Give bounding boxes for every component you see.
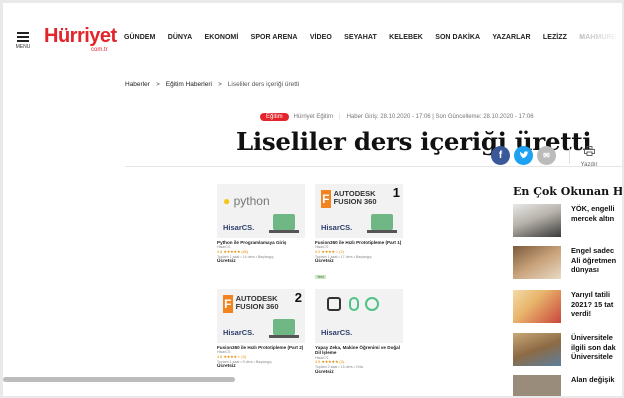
category-tag[interactable]: Eğitim bbox=[260, 113, 289, 121]
trending-thumbnail bbox=[513, 375, 561, 396]
course-price: Ücretsiz bbox=[315, 259, 334, 265]
printer-icon bbox=[583, 146, 595, 156]
laptop-base bbox=[367, 230, 397, 233]
course-thumbnail: HisarCS. bbox=[315, 289, 403, 343]
part-number: 1 bbox=[392, 185, 400, 200]
course-card[interactable]: F AUTODESK FUSION 360 1 HisarCS. Fusion36… bbox=[315, 184, 403, 284]
breadcrumb-current: Liseliler ders içeriği üretti bbox=[227, 81, 300, 88]
chip-icon bbox=[327, 297, 341, 311]
hisar-brand: HisarCS. bbox=[223, 223, 255, 232]
brand-text: python bbox=[233, 194, 270, 208]
ring-icon bbox=[365, 297, 379, 311]
nav-item-gündem[interactable]: GÜNDEM bbox=[124, 34, 155, 46]
brain-icon bbox=[349, 297, 359, 311]
trending-headline: Yarıyıl tatili 2021? 15 tat verdi! bbox=[571, 290, 614, 318]
laptop-icon bbox=[371, 214, 393, 230]
nav-item-spor-arena[interactable]: SPOR ARENA bbox=[251, 34, 298, 46]
trending-headline: Alan değişik bbox=[571, 375, 615, 384]
breadcrumb: Haberler > Eğitim Haberleri > Liseliler … bbox=[125, 81, 299, 88]
trending-item[interactable]: Alan değişik bbox=[513, 375, 622, 396]
share-bar: f ✉ Yazdır bbox=[491, 143, 598, 168]
nav-item-seyahat[interactable]: SEYAHAT bbox=[344, 34, 377, 46]
trending-item[interactable]: Yarıyıl tatili 2021? 15 tat verdi! bbox=[513, 290, 622, 326]
twitter-icon bbox=[519, 151, 529, 159]
course-thumbnail: F AUTODESK FUSION 360 1 HisarCS. bbox=[315, 184, 403, 238]
browser-page: MENU Hürriyet com.tr GÜNDEM DÜNYA EKONOMİ S… bbox=[3, 3, 622, 396]
autodesk-logo: F AUTODESK FUSION 360 bbox=[223, 295, 305, 313]
menu-button[interactable]: MENU bbox=[13, 32, 33, 50]
trending-thumbnail bbox=[513, 290, 561, 323]
top-navigation: MENU Hürriyet com.tr GÜNDEM DÜNYA EKONOMİ S… bbox=[3, 3, 622, 71]
hisar-brand: HisarCS. bbox=[321, 223, 353, 232]
trending-thumbnail bbox=[513, 204, 561, 237]
horizontal-scrollbar[interactable] bbox=[3, 377, 235, 382]
nav-item-ekonomi-[interactable]: EKONOMİ bbox=[205, 34, 239, 46]
article-meta: Eğitim Hürriyet Eğitim | Haber Giriş: 28… bbox=[260, 113, 534, 121]
breadcrumb-separator: > bbox=[217, 81, 222, 88]
trending-item[interactable]: YÖK, engelli mercek altın bbox=[513, 204, 622, 240]
python-logo: ● python bbox=[223, 194, 270, 208]
meta-divider: | bbox=[339, 114, 341, 120]
trending-headline: Engel sadec Ali öğretmen dünyası bbox=[571, 246, 617, 274]
breadcrumb-egitim-haberleri[interactable]: Eğitim Haberleri bbox=[166, 81, 212, 88]
facebook-share-button[interactable]: f bbox=[491, 146, 510, 165]
autodesk-logo: F AUTODESK FUSION 360 bbox=[321, 190, 403, 208]
twitter-share-button[interactable] bbox=[514, 146, 533, 165]
site-logo-domain: com.tr bbox=[91, 47, 108, 53]
print-button[interactable]: Yazdır bbox=[580, 143, 598, 168]
nav-item-lezi-zz[interactable]: LEZİZZ bbox=[543, 34, 567, 46]
nav-item-kelebek[interactable]: KELEBEK bbox=[389, 34, 423, 46]
course-price: Ücretsiz bbox=[217, 259, 236, 265]
laptop-base bbox=[269, 335, 299, 338]
trending-thumbnail bbox=[513, 246, 561, 279]
nav-item-vi-deo[interactable]: VİDEO bbox=[310, 34, 332, 46]
share-divider bbox=[569, 147, 570, 164]
hisar-brand: HisarCS. bbox=[321, 328, 353, 337]
nav-item-son-daki-ka[interactable]: SON DAKİKA bbox=[435, 34, 480, 46]
site-logo[interactable]: Hürriyet bbox=[44, 25, 117, 48]
breadcrumb-haberler[interactable]: Haberler bbox=[125, 81, 150, 88]
course-thumbnail: ● python HisarCS. bbox=[217, 184, 305, 238]
course-card[interactable]: ● python HisarCS. Python ile Programlama… bbox=[217, 184, 305, 266]
part-number: 2 bbox=[294, 290, 302, 305]
breadcrumb-separator: > bbox=[155, 81, 160, 88]
course-card[interactable]: HisarCS. Yapay Zeka, Makine Öğrenimi ve … bbox=[315, 289, 403, 376]
laptop-icon bbox=[273, 214, 295, 230]
laptop-base bbox=[269, 230, 299, 233]
trending-headline: YÖK, engelli mercek altın bbox=[571, 204, 615, 223]
trending-item[interactable]: Engel sadec Ali öğretmen dünyası bbox=[513, 246, 622, 282]
course-price: Ücretsiz bbox=[217, 364, 236, 370]
trending-headline: Üniversitele ilgili son dak Üniversitele bbox=[571, 333, 616, 361]
hisar-brand: HisarCS. bbox=[223, 328, 255, 337]
trending-thumbnail bbox=[513, 333, 561, 366]
hamburger-icon bbox=[17, 32, 29, 34]
menu-label: MENU bbox=[15, 44, 31, 50]
trending-item[interactable]: Üniversitele ilgili son dak Üniversitele bbox=[513, 333, 622, 369]
hamburger-icon-bar bbox=[17, 36, 29, 38]
article-source[interactable]: Hürriyet Eğitim bbox=[294, 114, 333, 120]
email-share-button[interactable]: ✉ bbox=[537, 146, 556, 165]
course-thumbnail: F AUTODESK FUSION 360 2 HisarCS. bbox=[217, 289, 305, 343]
print-label: Yazdır bbox=[580, 162, 598, 168]
trending-title: En Çok Okunan Haberler bbox=[513, 185, 622, 198]
hamburger-icon-bar bbox=[17, 40, 29, 42]
laptop-icon bbox=[273, 319, 295, 335]
course-title: Yapay Zeka, Makine Öğrenimi ve Doğal Dil… bbox=[315, 345, 401, 356]
article-dates: Haber Giriş: 28.10.2020 - 17:06 | Son Gü… bbox=[346, 114, 534, 120]
nav-item-yazarlar[interactable]: YAZARLAR bbox=[492, 34, 530, 46]
nav-fade-overlay bbox=[582, 27, 622, 51]
header-divider bbox=[125, 166, 622, 167]
course-card[interactable]: F AUTODESK FUSION 360 2 HisarCS. Fusion36… bbox=[217, 289, 305, 371]
nav-menu: GÜNDEM DÜNYA EKONOMİ SPOR ARENA VİDEO SEYAHAT… bbox=[124, 34, 622, 46]
nav-item-dünya[interactable]: DÜNYA bbox=[168, 34, 193, 46]
new-badge: Yeni bbox=[315, 275, 326, 280]
course-price: Ücretsiz bbox=[315, 369, 334, 375]
